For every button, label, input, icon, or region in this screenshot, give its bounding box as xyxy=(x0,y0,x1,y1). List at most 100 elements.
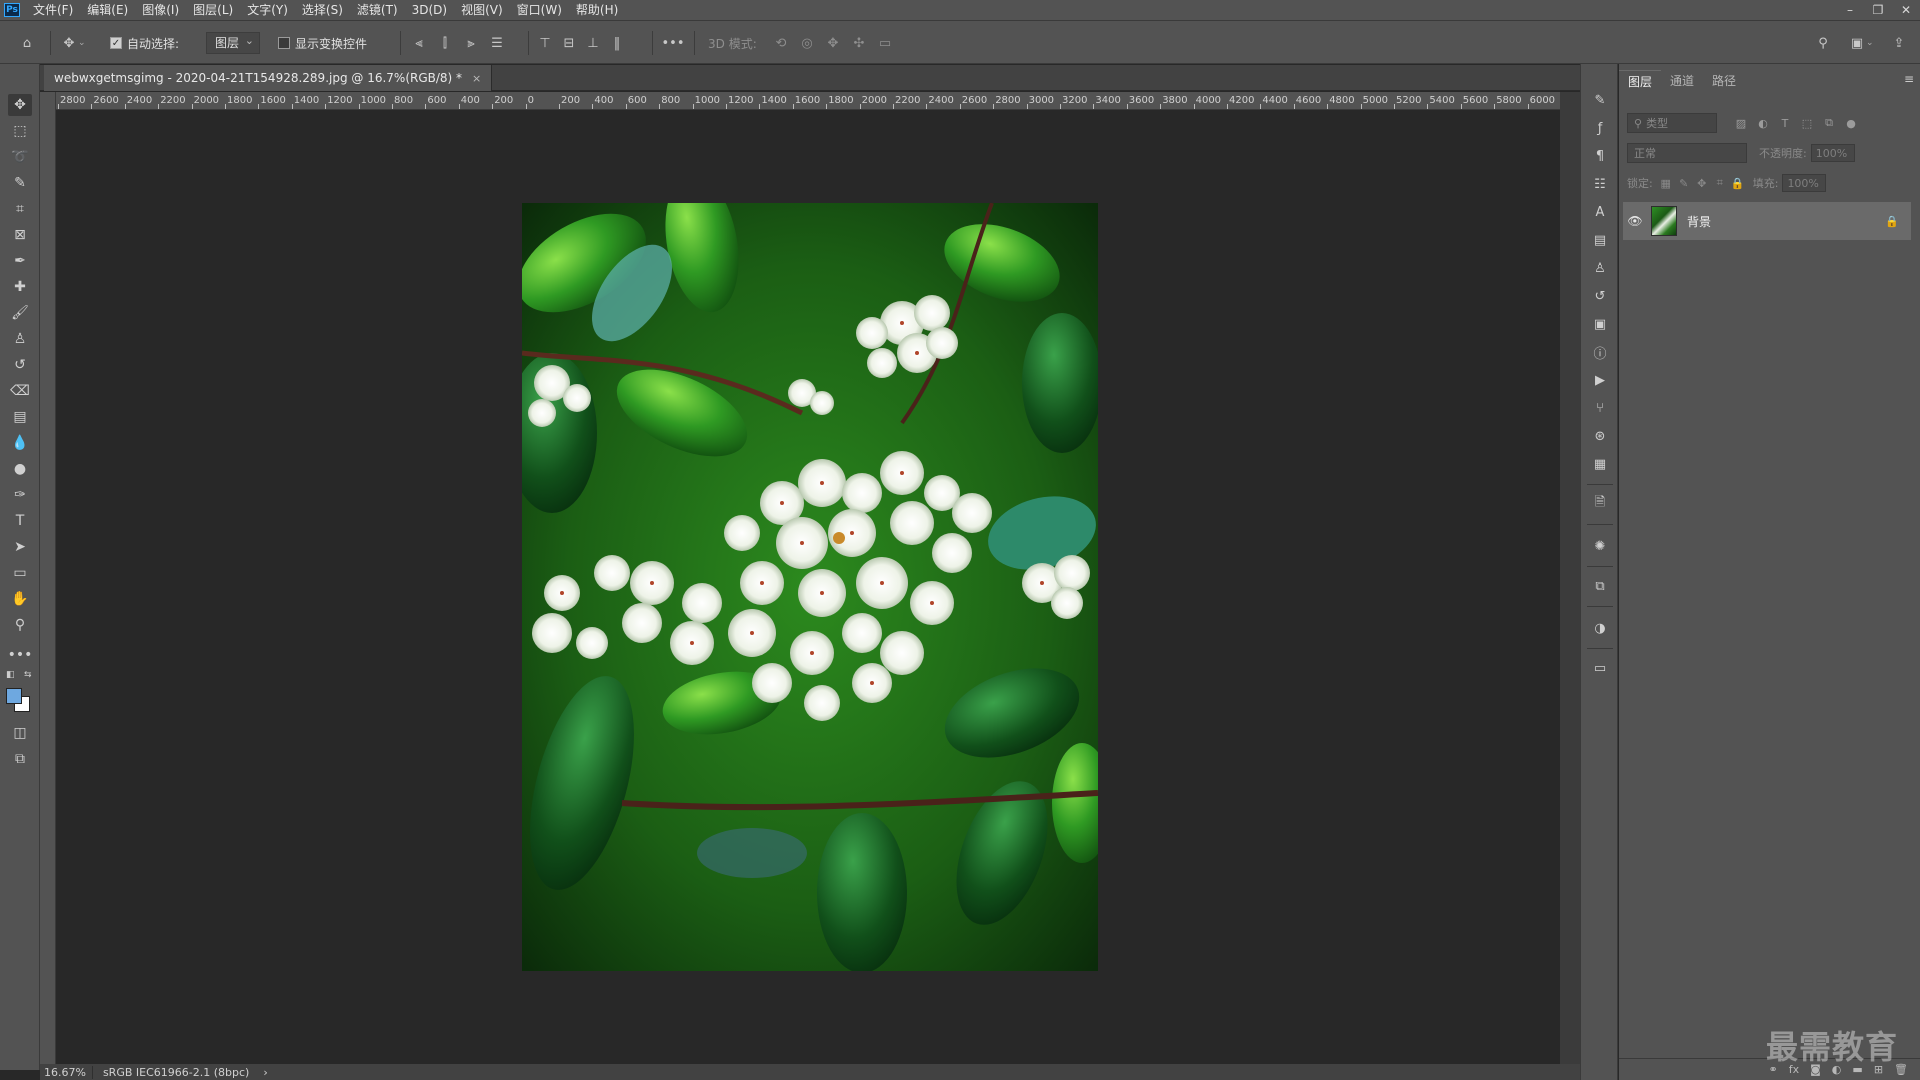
libraries-icon[interactable]: ▣ xyxy=(1590,314,1610,334)
layer-filter-select[interactable]: ⚲ 类型 xyxy=(1627,113,1717,133)
more-options-button[interactable]: ••• xyxy=(662,33,685,53)
align-center-h-icon[interactable]: ⫿ xyxy=(436,34,454,52)
quick-mask-icon[interactable]: ◫ xyxy=(8,722,32,744)
clone-stamp-tool-icon[interactable]: ♙ xyxy=(8,328,32,350)
quick-select-tool-icon[interactable]: ✎ xyxy=(8,172,32,194)
workspace-button[interactable]: ▣ ⌄ xyxy=(1848,33,1874,53)
brush-tool-icon[interactable]: 🖌 xyxy=(8,302,32,324)
brush-settings-icon[interactable]: ✎ xyxy=(1590,90,1610,110)
lock-image-icon[interactable]: ✎ xyxy=(1675,174,1693,192)
menu-window[interactable]: 窗口(W) xyxy=(510,0,569,20)
brushes-icon[interactable]: ƒ xyxy=(1590,118,1610,138)
zoom-level[interactable]: 16.67% xyxy=(40,1065,93,1079)
menu-filter[interactable]: 滤镜(T) xyxy=(350,0,405,20)
home-button[interactable]: ⌂ xyxy=(18,33,36,53)
eyedropper-tool-icon[interactable]: ✒ xyxy=(8,250,32,272)
path-select-tool-icon[interactable]: ➤ xyxy=(8,536,32,558)
lock-all-icon[interactable]: 🔒 xyxy=(1729,174,1747,192)
eraser-tool-icon[interactable]: ⌫ xyxy=(8,380,32,402)
notes-icon[interactable]: 🗎 xyxy=(1590,494,1610,514)
gradient-panel-icon[interactable]: ▭ xyxy=(1590,658,1610,678)
filter-shape-icon[interactable]: ⬚ xyxy=(1799,115,1815,131)
menu-type[interactable]: 文字(Y) xyxy=(240,0,295,20)
3d-camera-icon[interactable]: ▭ xyxy=(876,34,894,52)
restore-icon[interactable]: ❐ xyxy=(1864,0,1892,20)
3d-pan-icon[interactable]: ✥ xyxy=(824,34,842,52)
blur-tool-icon[interactable]: 💧 xyxy=(8,432,32,454)
screen-mode-icon[interactable]: ⧉ xyxy=(8,748,32,770)
glyphs-icon[interactable]: ▤ xyxy=(1590,230,1610,250)
actions-icon[interactable]: ▶ xyxy=(1590,370,1610,390)
document-tab[interactable]: webwxgetmsgimg - 2020-04-21T154928.289.j… xyxy=(44,65,493,91)
3d-icon[interactable]: ⊛ xyxy=(1590,426,1610,446)
info-icon[interactable]: ⓘ xyxy=(1590,342,1610,362)
vertical-scrollbar[interactable] xyxy=(1560,92,1580,1064)
filter-toggle-icon[interactable]: ● xyxy=(1843,115,1859,131)
menu-layer[interactable]: 图层(L) xyxy=(186,0,240,20)
show-transform-checkbox[interactable]: 显示变换控件 xyxy=(278,33,367,53)
lock-position-icon[interactable]: ✥ xyxy=(1693,174,1711,192)
share-button[interactable]: ⇪ xyxy=(1890,33,1908,53)
history-brush-tool-icon[interactable]: ↺ xyxy=(8,354,32,376)
paragraph-icon[interactable]: ¶ xyxy=(1590,146,1610,166)
table-icon[interactable]: ▦ xyxy=(1590,454,1610,474)
rectangle-tool-icon[interactable]: ▭ xyxy=(8,562,32,584)
search-button[interactable]: ⚲ xyxy=(1814,33,1832,53)
distribute-h-icon[interactable]: ‖ xyxy=(608,34,626,52)
foreground-color-swatch[interactable] xyxy=(6,688,22,704)
filter-adjustment-icon[interactable]: ◐ xyxy=(1755,115,1771,131)
distribute-v-icon[interactable]: ☰ xyxy=(488,34,506,52)
filter-type-icon[interactable]: T xyxy=(1777,115,1793,131)
align-bottom-icon[interactable]: ⊥ xyxy=(584,34,602,52)
adjust-circle-icon[interactable]: ◑ xyxy=(1590,618,1610,638)
zoom-tool-icon[interactable]: ⚲ xyxy=(8,614,32,636)
tab-layers[interactable]: 图层 xyxy=(1619,70,1662,94)
default-colors-icon[interactable]: ◧ xyxy=(6,670,15,680)
menu-view[interactable]: 视图(V) xyxy=(454,0,510,20)
blend-mode-select[interactable]: 正常 xyxy=(1627,143,1747,163)
menu-file[interactable]: 文件(F) xyxy=(26,0,80,20)
frame-tool-icon[interactable]: ⊠ xyxy=(8,224,32,246)
auto-select-checkbox[interactable]: ✓ 自动选择: xyxy=(110,33,179,53)
move-tool-preset[interactable]: ✥ ⌄ xyxy=(60,33,86,53)
align-right-icon[interactable]: ⫸ xyxy=(462,34,480,52)
layer-name[interactable]: 背景 xyxy=(1687,213,1711,230)
gradient-tool-icon[interactable]: ▤ xyxy=(8,406,32,428)
move-tool-icon[interactable]: ✥ xyxy=(8,94,32,116)
menu-3d[interactable]: 3D(D) xyxy=(405,0,454,20)
menu-help[interactable]: 帮助(H) xyxy=(569,0,625,20)
properties-icon[interactable]: ⧉ xyxy=(1590,576,1610,596)
pen-tool-icon[interactable]: ✑ xyxy=(8,484,32,506)
opacity-input[interactable]: 100% xyxy=(1810,144,1855,162)
layer-row[interactable]: 👁 背景 🔒 xyxy=(1623,202,1911,240)
tab-channels[interactable]: 通道 xyxy=(1661,70,1703,94)
target-select[interactable]: 图层 xyxy=(206,31,261,54)
menu-select[interactable]: 选择(S) xyxy=(295,0,350,20)
filter-smart-object-icon[interactable]: ⧉ xyxy=(1821,115,1837,131)
visibility-eye-icon[interactable]: 👁 xyxy=(1623,214,1647,228)
lasso-tool-icon[interactable]: ➰ xyxy=(8,146,32,168)
minimize-icon[interactable]: – xyxy=(1836,0,1864,20)
vertical-ruler[interactable] xyxy=(40,92,56,1064)
close-icon[interactable]: ✕ xyxy=(1892,0,1920,20)
healing-brush-tool-icon[interactable]: ✚ xyxy=(8,276,32,298)
lock-artboard-icon[interactable]: ⌗ xyxy=(1711,174,1729,192)
document-image[interactable] xyxy=(522,203,1098,971)
align-top-icon[interactable]: ⊤ xyxy=(536,34,554,52)
fill-input[interactable]: 100% xyxy=(1782,174,1827,192)
horizontal-ruler[interactable]: 2800 2600 2400 2200 2000 1800 1600 1400 1200 1000… xyxy=(56,92,1560,110)
3d-slide-icon[interactable]: ✣ xyxy=(850,34,868,52)
marquee-tool-icon[interactable]: ⬚ xyxy=(8,120,32,142)
paths-icon[interactable]: ⑂ xyxy=(1590,398,1610,418)
dodge-tool-icon[interactable]: ● xyxy=(8,458,32,480)
auto-select-target[interactable]: 图层 xyxy=(206,31,261,54)
3d-orbit-icon[interactable]: ⟲ xyxy=(772,34,790,52)
lock-transparent-icon[interactable]: ▦ xyxy=(1657,174,1675,192)
clone-source-icon[interactable]: ♙ xyxy=(1590,258,1610,278)
menu-image[interactable]: 图像(I) xyxy=(135,0,186,20)
chevron-right-icon[interactable]: › xyxy=(263,1066,267,1079)
align-middle-icon[interactable]: ⊟ xyxy=(560,34,578,52)
history-icon[interactable]: ↺ xyxy=(1590,286,1610,306)
panel-menu-icon[interactable]: ≡ xyxy=(1904,72,1914,86)
menu-edit[interactable]: 编辑(E) xyxy=(80,0,135,20)
